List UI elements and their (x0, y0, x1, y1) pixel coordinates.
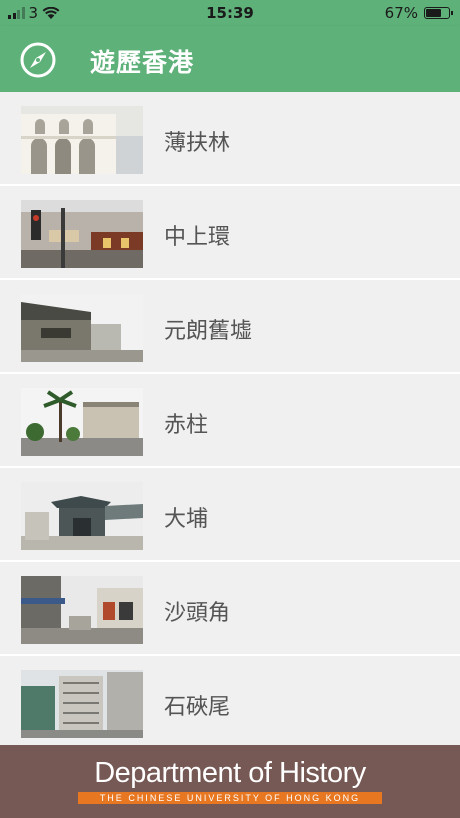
list-item-label: 中上環 (164, 225, 231, 250)
page-title: 遊歷香港 (90, 48, 195, 77)
list-item-label: 大埔 (164, 507, 209, 532)
list-item-shek-kip-mei[interactable]: 石硤尾 (0, 656, 460, 745)
footer-banner: Department of History THE CHINESE UNIVER… (0, 745, 460, 818)
photo-colonial-building-palms (21, 388, 143, 456)
list-item-label: 沙頭角 (164, 601, 231, 626)
footer-title: Department of History (94, 757, 366, 789)
footer-subtitle: THE CHINESE UNIVERSITY OF HONG KONG (78, 792, 382, 804)
list-item-sha-tau-kok[interactable]: 沙頭角 (0, 562, 460, 656)
list-item-label: 赤柱 (164, 413, 209, 438)
photo-street-shops (21, 576, 143, 644)
compass-icon[interactable] (18, 40, 58, 80)
list-item-stanley[interactable]: 赤柱 (0, 374, 460, 468)
app-header: 遊歷香港 (0, 26, 460, 92)
list-item-label: 石硤尾 (164, 695, 231, 720)
photo-public-estate (21, 670, 143, 738)
photo-arched-building (21, 106, 143, 174)
battery-icon (424, 7, 453, 19)
list-item-label: 元朗舊墟 (164, 319, 253, 344)
list-item-tai-po[interactable]: 大埔 (0, 468, 460, 562)
photo-street-signboards (21, 200, 143, 268)
list-item-label: 薄扶林 (164, 131, 231, 156)
list-item-pok-fu-lam[interactable]: 薄扶林 (0, 92, 460, 186)
photo-old-temple (21, 294, 143, 362)
status-right: 67% (384, 4, 453, 22)
list-item-central-sheung-wan[interactable]: 中上環 (0, 186, 460, 280)
photo-chinese-pavilion (21, 482, 143, 550)
status-bar: 3 15:39 67% (0, 0, 460, 26)
list-item-yuen-long-old-market[interactable]: 元朗舊墟 (0, 280, 460, 374)
battery-percent: 67% (384, 4, 418, 22)
places-list[interactable]: 薄扶林 中上環 元朗舊墟 赤柱 大埔 沙頭角 石硤尾 (0, 92, 460, 745)
